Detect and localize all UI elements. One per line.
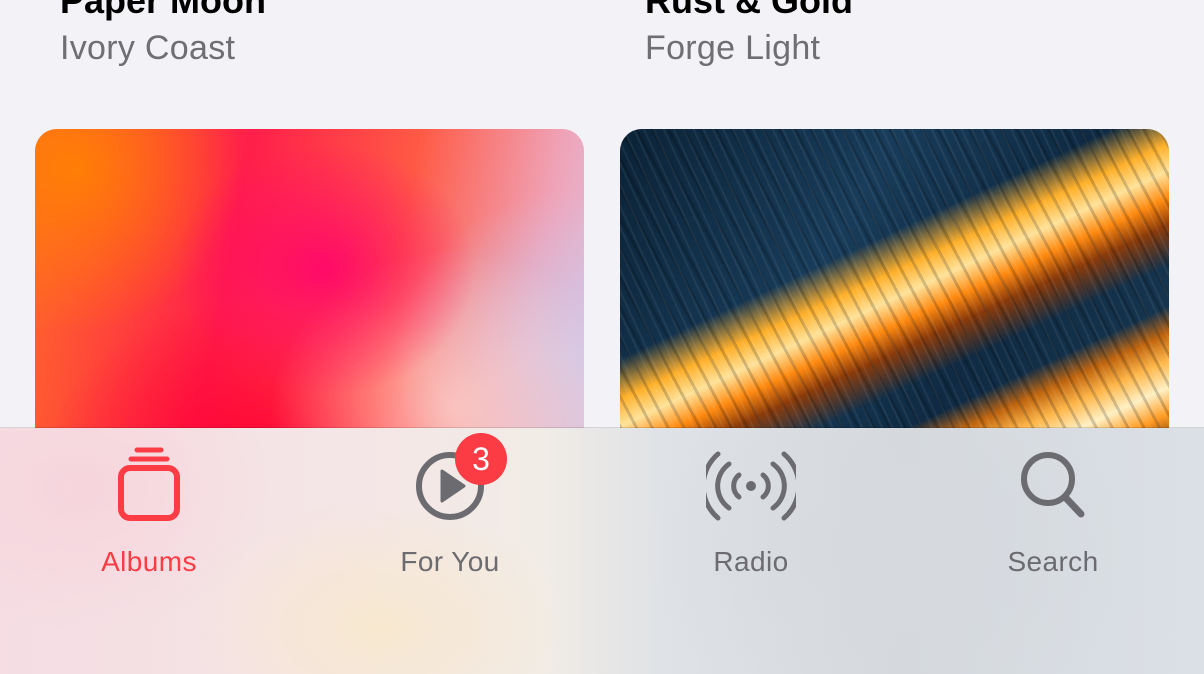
music-library-screen: Paper Moon Ivory Coast Rust & Gold Forge… [0,0,1204,674]
album-artist[interactable]: Ivory Coast [60,28,235,68]
album-title[interactable]: Rust & Gold [645,0,853,19]
album-artist[interactable]: Forge Light [645,28,820,68]
tab-search[interactable]: Search [953,446,1153,577]
tab-bar: Albums For You Radio Search [0,427,1204,674]
tab-label: Albums [101,546,197,577]
magnifying-glass-icon [1021,452,1085,518]
tab-label: For You [400,546,500,577]
tab-albums[interactable]: Albums [49,446,249,577]
albums-stack-icon [118,447,180,521]
tab-label: Radio [713,546,789,577]
notification-badge: 3 [455,433,507,485]
tab-radio[interactable]: Radio [651,446,851,577]
tab-label: Search [1007,546,1099,577]
album-title[interactable]: Paper Moon [60,0,266,19]
tab-for-you[interactable]: For You [350,446,550,577]
radio-broadcast-icon [706,451,796,521]
